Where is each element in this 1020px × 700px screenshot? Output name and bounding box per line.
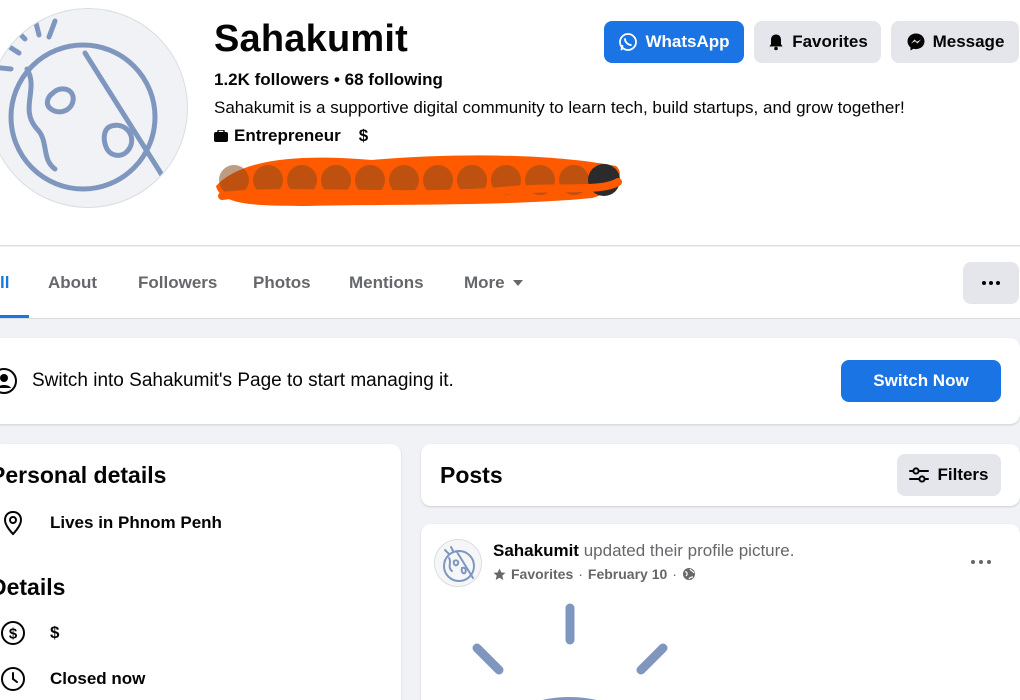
profile-avatar[interactable] <box>0 8 188 208</box>
favorites-button[interactable]: Favorites <box>754 21 881 63</box>
meta-separator: · <box>578 566 583 582</box>
tab-more[interactable]: More <box>464 247 523 319</box>
price-range: $ <box>358 126 369 145</box>
globe-public-icon <box>682 568 695 580</box>
page-title: Sahakumit <box>214 18 408 60</box>
more-options-button[interactable] <box>963 262 1019 304</box>
tab-mentions[interactable]: Mentions <box>349 247 424 319</box>
tab-photos[interactable]: Photos <box>253 247 311 319</box>
whatsapp-label: WhatsApp <box>645 32 730 51</box>
posts-header-card: Posts Filters <box>421 444 1020 506</box>
switch-page-banner: Switch into Sahakumit's Page to start ma… <box>0 338 1020 424</box>
details-heading: Details <box>0 574 66 600</box>
intro-card: Personal details Lives in Phnom Penh Det… <box>0 444 401 700</box>
post-audience: Favorites <box>511 566 574 582</box>
caret-down-icon <box>512 280 523 286</box>
whatsapp-icon <box>619 33 638 51</box>
post-card: Sahakumit updated their profile picture.… <box>421 524 1020 700</box>
active-tab-indicator <box>0 315 29 318</box>
location-pin-icon <box>0 508 28 538</box>
whatsapp-button[interactable]: WhatsApp <box>604 21 744 63</box>
hours-row: Closed now <box>0 664 145 694</box>
tab-about-label: About <box>48 273 98 292</box>
tab-about[interactable]: About <box>48 247 97 319</box>
tab-mentions-label: Mentions <box>349 273 424 292</box>
briefcase-icon <box>214 130 228 142</box>
profile-picture-sun-illustration <box>472 603 668 700</box>
globe-logo-icon <box>443 546 475 582</box>
tab-all[interactable]: ll <box>0 247 9 319</box>
ellipsis-icon <box>971 560 991 564</box>
post-meta: Favorites · February 10 · <box>493 566 696 582</box>
price-text: $ <box>50 623 60 642</box>
page-bio: Sahakumit is a supportive digital commun… <box>214 98 905 117</box>
meta-separator: · <box>672 566 677 582</box>
follower-avatars-redacted[interactable] <box>212 152 624 208</box>
clock-icon <box>0 664 28 694</box>
post-author-avatar[interactable] <box>434 539 482 587</box>
lives-in-text: Lives in Phnom Penh <box>50 513 222 532</box>
tab-more-label: More <box>464 273 505 292</box>
switch-profile-icon <box>0 368 17 394</box>
post-author-name[interactable]: Sahakumit <box>493 541 579 560</box>
followers-count[interactable]: 1.2K followers • 68 following <box>214 70 443 90</box>
post-header: Sahakumit updated their profile picture. <box>493 541 794 561</box>
tab-followers[interactable]: Followers <box>138 247 217 319</box>
post-action-text: updated their profile picture. <box>583 541 795 560</box>
filters-button[interactable]: Filters <box>897 454 1001 496</box>
message-label: Message <box>932 32 1005 51</box>
tab-all-label: ll <box>0 273 10 292</box>
dollar-circle-icon: $ <box>0 618 28 648</box>
posts-heading: Posts <box>440 462 503 488</box>
message-button[interactable]: Message <box>891 21 1019 63</box>
bell-icon <box>769 34 783 51</box>
lives-in-row: Lives in Phnom Penh <box>0 508 222 538</box>
profile-header: Sahakumit 1.2K followers • 68 following … <box>0 0 1020 246</box>
favorites-label: Favorites <box>792 32 868 51</box>
ellipsis-icon <box>982 281 1000 285</box>
tab-followers-label: Followers <box>138 273 218 292</box>
category-row: Entrepreneur $ <box>214 126 368 146</box>
profile-tabs: ll About Followers Photos Mentions More <box>0 247 1020 319</box>
filters-label: Filters <box>937 465 989 484</box>
post-options-button[interactable] <box>971 548 991 569</box>
post-date[interactable]: February 10 <box>588 566 667 582</box>
switch-page-text: Switch into Sahakumit's Page to start ma… <box>32 370 454 391</box>
messenger-icon <box>907 33 925 51</box>
tab-photos-label: Photos <box>253 273 311 292</box>
redaction-scribble <box>216 155 622 206</box>
star-icon <box>493 568 506 580</box>
personal-details-heading: Personal details <box>0 462 167 488</box>
price-row: $ $ <box>0 618 59 648</box>
svg-text:$: $ <box>9 626 18 643</box>
sliders-icon <box>909 467 930 483</box>
hours-text: Closed now <box>50 669 146 688</box>
switch-now-button[interactable]: Switch Now <box>841 360 1001 402</box>
globe-logo-icon <box>0 16 170 192</box>
category-label: Entrepreneur <box>234 126 341 145</box>
